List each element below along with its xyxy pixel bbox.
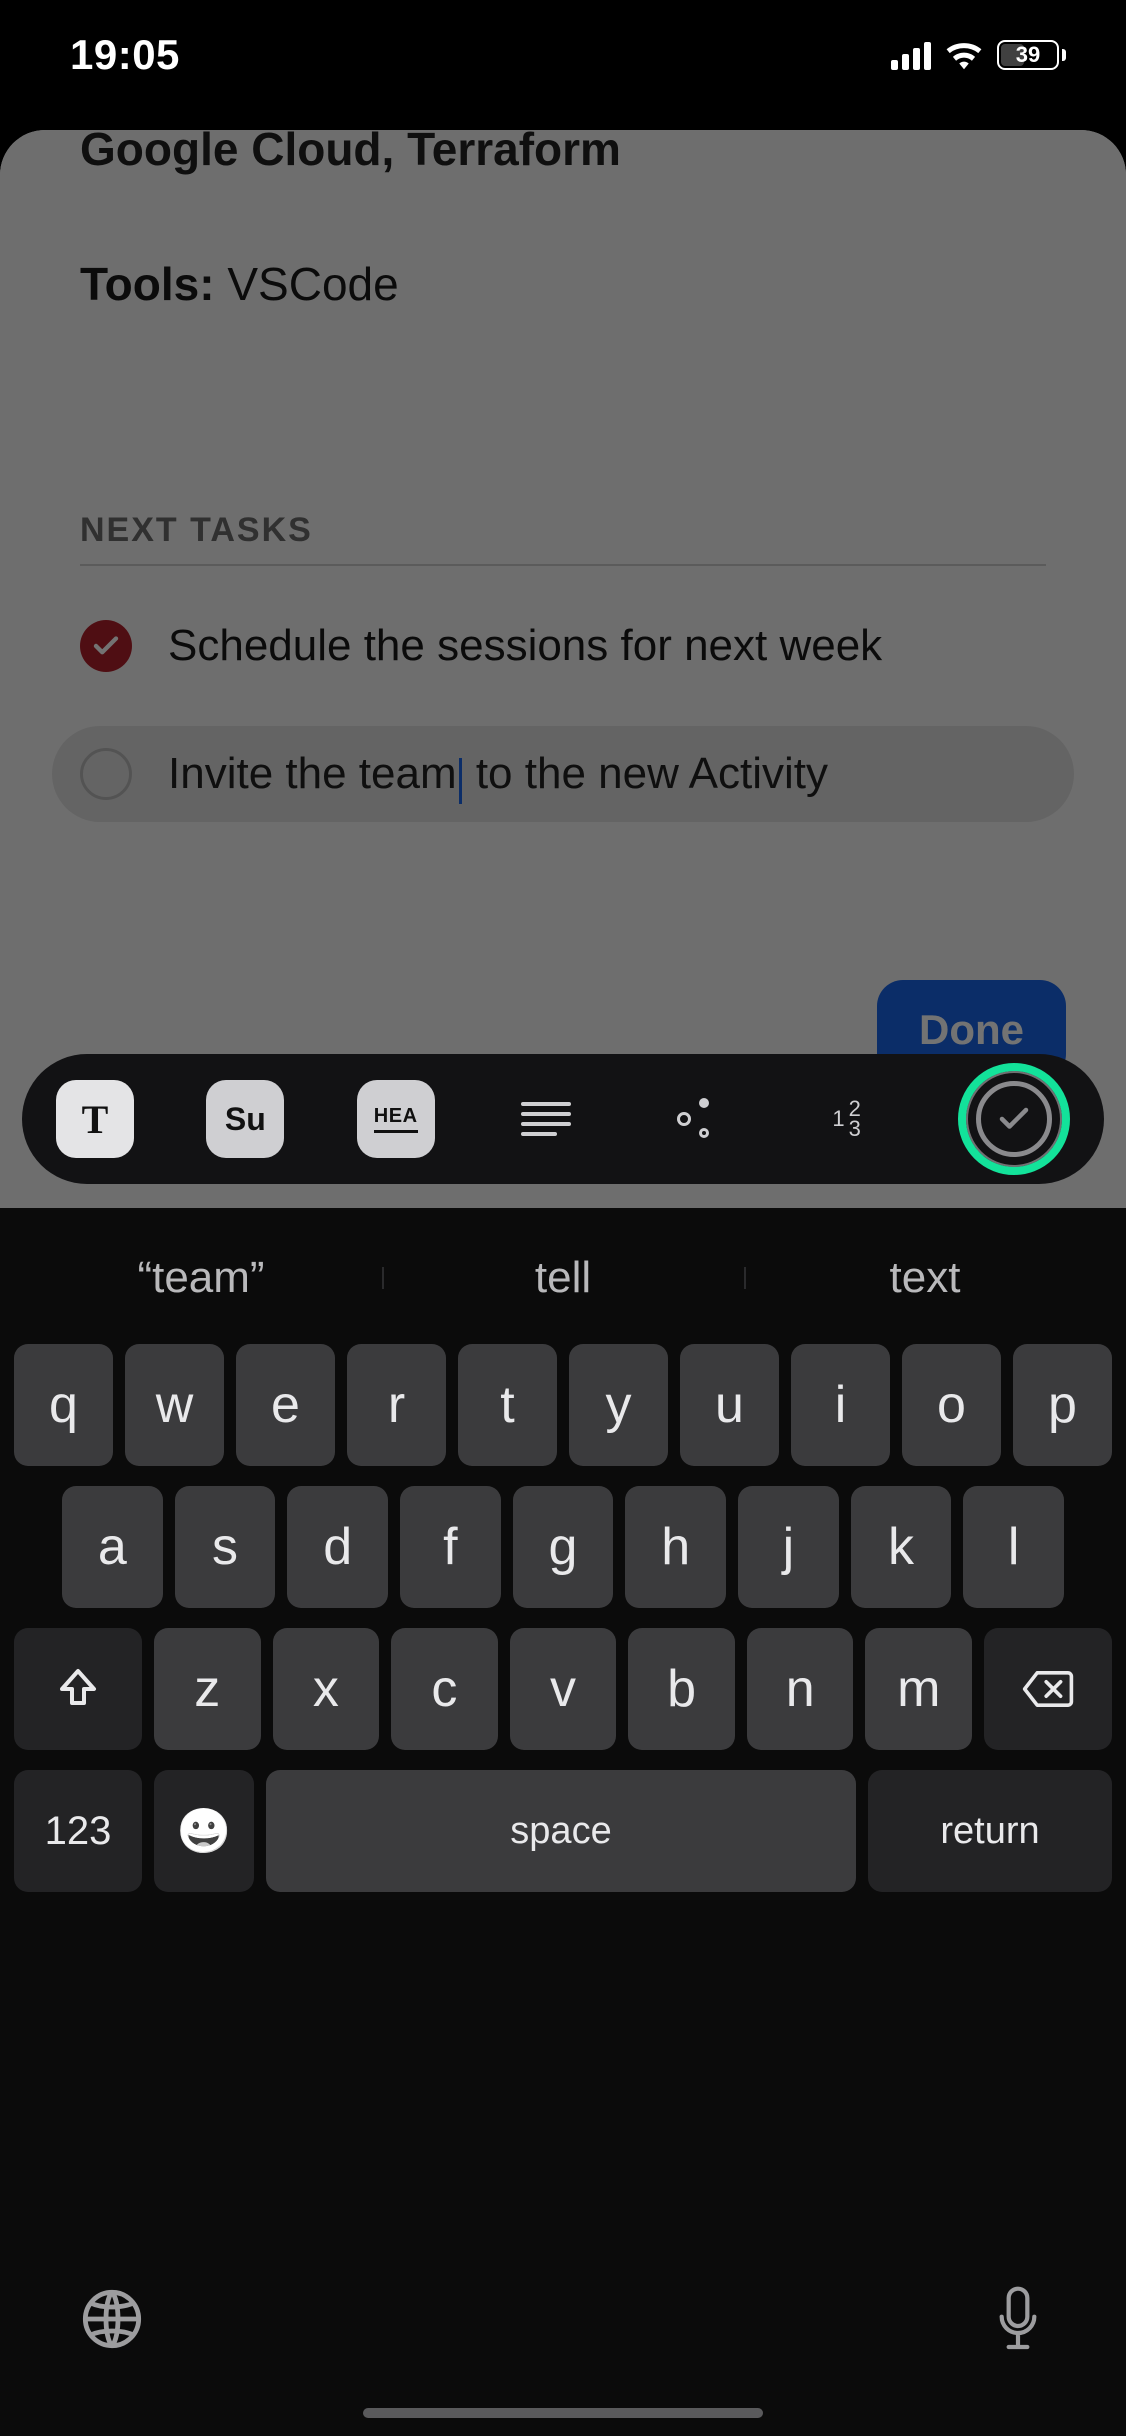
key-x[interactable]: x — [273, 1628, 380, 1750]
align-lines-icon — [521, 1102, 571, 1136]
subheading-icon: Su — [225, 1101, 266, 1138]
cellular-signal-icon — [891, 40, 931, 70]
key-a[interactable]: a — [62, 1486, 163, 1608]
numbered-list-button[interactable]: 1 23 — [808, 1080, 886, 1158]
key-c[interactable]: c — [391, 1628, 498, 1750]
task-row-editing[interactable]: Invite the team to the new Activity — [52, 726, 1074, 822]
key-j[interactable]: j — [738, 1486, 839, 1608]
key-g[interactable]: g — [513, 1486, 614, 1608]
task-checkbox-empty-icon[interactable] — [80, 748, 132, 800]
keyboard-suggestions: “team” tell text — [0, 1228, 1126, 1338]
key-d[interactable]: d — [287, 1486, 388, 1608]
keyboard-row-2: a s d f g h j k l — [14, 1486, 1112, 1608]
wifi-icon — [945, 40, 983, 70]
globe-key[interactable] — [80, 2287, 144, 2356]
key-m[interactable]: m — [865, 1628, 972, 1750]
text-style-icon: T — [82, 1096, 109, 1143]
formatting-toolbar: T Su HEA 1 23 — [22, 1054, 1104, 1184]
key-q[interactable]: q — [14, 1344, 113, 1466]
key-h[interactable]: h — [625, 1486, 726, 1608]
task-text-editing[interactable]: Invite the team to the new Activity — [168, 749, 828, 799]
shift-icon — [54, 1665, 102, 1713]
key-i[interactable]: i — [791, 1344, 890, 1466]
key-y[interactable]: y — [569, 1344, 668, 1466]
on-screen-keyboard: “team” tell text q w e r t y u i o p a s… — [0, 1208, 1126, 2436]
bullet-list-icon — [671, 1094, 721, 1144]
shift-key[interactable] — [14, 1628, 142, 1750]
backspace-key[interactable] — [984, 1628, 1112, 1750]
bullet-list-button[interactable] — [657, 1080, 735, 1158]
key-l[interactable]: l — [963, 1486, 1064, 1608]
highlight-ring-icon — [958, 1063, 1070, 1175]
key-u[interactable]: u — [680, 1344, 779, 1466]
tools-label: Tools: — [80, 258, 215, 310]
microphone-icon — [990, 2283, 1046, 2355]
emoji-key[interactable]: 😀 — [154, 1770, 254, 1892]
truncated-text-line: Google Cloud, Terraform — [80, 130, 1046, 177]
status-bar: 19:05 39 — [0, 0, 1126, 110]
home-indicator[interactable] — [363, 2408, 763, 2418]
task-text[interactable]: Schedule the sessions for next week — [168, 621, 882, 671]
globe-icon — [80, 2287, 144, 2351]
key-s[interactable]: s — [175, 1486, 276, 1608]
battery-percent: 39 — [1016, 42, 1040, 68]
key-k[interactable]: k — [851, 1486, 952, 1608]
key-n[interactable]: n — [747, 1628, 854, 1750]
backspace-icon — [1021, 1669, 1075, 1709]
checklist-button[interactable] — [958, 1063, 1070, 1175]
key-o[interactable]: o — [902, 1344, 1001, 1466]
tools-value: VSCode — [215, 258, 399, 310]
keyboard-row-1: q w e r t y u i o p — [14, 1344, 1112, 1466]
task-text-before-cursor: Invite the team — [168, 749, 457, 798]
text-style-button[interactable]: T — [56, 1080, 134, 1158]
battery-indicator: 39 — [997, 40, 1066, 70]
task-checkbox-done-icon[interactable] — [80, 620, 132, 672]
text-cursor — [459, 758, 462, 804]
keyboard-row-4: 123 😀 space return — [14, 1770, 1112, 1892]
heading-icon: HEA — [374, 1105, 418, 1133]
tools-line: Tools: VSCode — [80, 257, 1046, 311]
key-z[interactable]: z — [154, 1628, 261, 1750]
space-key[interactable]: space — [266, 1770, 856, 1892]
suggestion[interactable]: text — [744, 1253, 1106, 1303]
return-key[interactable]: return — [868, 1770, 1112, 1892]
emoji-icon: 😀 — [177, 1805, 232, 1857]
heading-button[interactable]: HEA — [357, 1080, 435, 1158]
status-indicators: 39 — [891, 40, 1066, 70]
keyboard-row-3: z x c v b n m — [14, 1628, 1112, 1750]
key-v[interactable]: v — [510, 1628, 617, 1750]
key-p[interactable]: p — [1013, 1344, 1112, 1466]
key-t[interactable]: t — [458, 1344, 557, 1466]
key-w[interactable]: w — [125, 1344, 224, 1466]
suggestion[interactable]: “team” — [20, 1253, 382, 1303]
keyboard-bottom-row — [0, 2246, 1126, 2396]
subheading-button[interactable]: Su — [206, 1080, 284, 1158]
task-row[interactable]: Schedule the sessions for next week — [80, 610, 1046, 682]
dictation-key[interactable] — [990, 2283, 1046, 2360]
suggestion[interactable]: tell — [382, 1253, 744, 1303]
align-button[interactable] — [507, 1080, 585, 1158]
key-f[interactable]: f — [400, 1486, 501, 1608]
section-header-next-tasks: NEXT TASKS — [80, 511, 1046, 566]
key-b[interactable]: b — [628, 1628, 735, 1750]
task-text-after-cursor: to the new Activity — [464, 749, 828, 798]
status-time: 19:05 — [70, 31, 180, 79]
numbered-list-icon: 1 23 — [832, 1099, 861, 1139]
key-e[interactable]: e — [236, 1344, 335, 1466]
key-r[interactable]: r — [347, 1344, 446, 1466]
numbers-key[interactable]: 123 — [14, 1770, 142, 1892]
